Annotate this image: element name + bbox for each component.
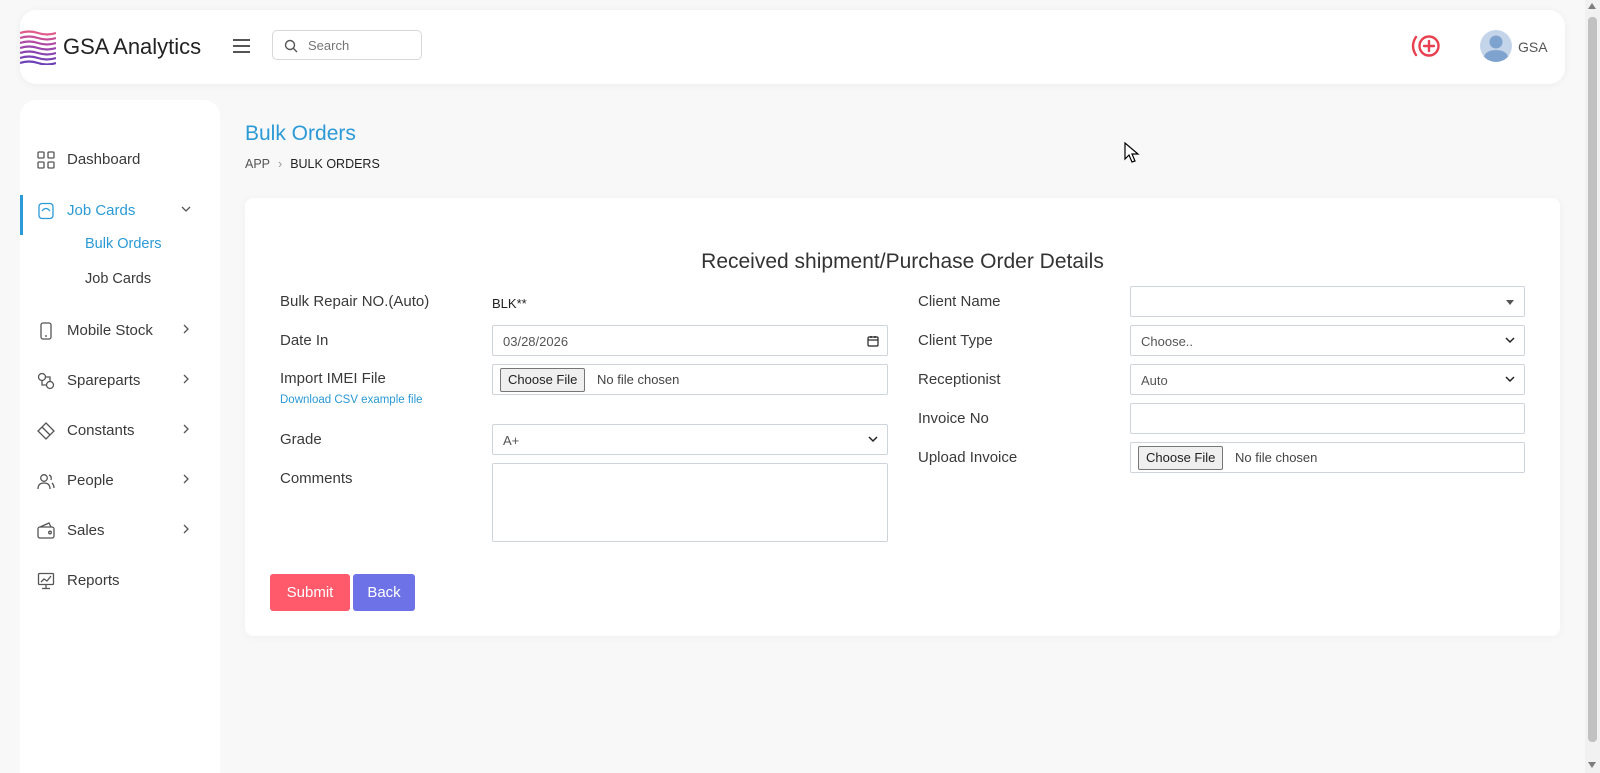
top-header: GSA Analytics GSA <box>20 10 1565 84</box>
constants-icon <box>37 422 55 440</box>
chevron-right-icon <box>183 374 189 384</box>
sidebar-item-reports[interactable]: Reports <box>20 566 220 596</box>
breadcrumb-item-current: BULK ORDERS <box>290 157 380 171</box>
choose-file-button[interactable]: Choose File <box>500 368 586 392</box>
chevron-right-icon <box>183 424 189 434</box>
sidebar-item-spareparts[interactable]: Spareparts <box>20 366 220 396</box>
chevron-down-icon <box>868 436 878 443</box>
scroll-down-arrow-icon[interactable] <box>1588 762 1596 768</box>
invoice-file-input[interactable]: Choose File No file chosen <box>1130 442 1525 473</box>
client-type-select[interactable]: Choose.. <box>1130 325 1525 356</box>
page-title: Bulk Orders <box>245 122 356 145</box>
chevron-right-icon: › <box>278 157 283 171</box>
back-button[interactable]: Back <box>353 574 415 611</box>
sidebar-subitem-job-cards[interactable]: Job Cards <box>85 271 151 287</box>
sidebar-item-label: Reports <box>67 572 120 589</box>
comments-textarea[interactable] <box>492 463 888 542</box>
avatar[interactable] <box>1480 30 1512 62</box>
breadcrumb-item-app[interactable]: APP <box>245 157 270 171</box>
chevron-right-icon <box>183 474 189 484</box>
chevron-down-icon <box>1505 337 1515 344</box>
sidebar-item-label: Mobile Stock <box>67 322 153 339</box>
wallet-icon <box>37 522 55 539</box>
broadcast-plus-icon[interactable] <box>1410 34 1444 58</box>
reports-icon <box>37 572 55 590</box>
chevron-right-icon <box>183 524 189 534</box>
sidebar-subitem-bulk-orders[interactable]: Bulk Orders <box>85 236 162 252</box>
page-scrollbar[interactable] <box>1585 0 1600 773</box>
date-in-value: 03/28/2026 <box>503 334 569 349</box>
submit-button[interactable]: Submit <box>270 574 350 611</box>
upload-invoice-label: Upload Invoice <box>918 449 1018 466</box>
grade-label: Grade <box>280 431 322 448</box>
chevron-right-icon <box>183 324 189 334</box>
sidebar-item-label: Dashboard <box>67 151 141 168</box>
logo-icon <box>20 30 56 65</box>
sidebar-item-label: People <box>67 472 114 489</box>
bulk-repair-value: BLK** <box>492 296 527 311</box>
form-title: Received shipment/Purchase Order Details <box>701 250 1104 273</box>
sidebar-item-label: Constants <box>67 422 135 439</box>
search-input[interactable] <box>308 36 418 54</box>
scroll-thumb[interactable] <box>1588 17 1597 742</box>
bulk-repair-label: Bulk Repair NO.(Auto) <box>280 293 430 310</box>
import-imei-label: Import IMEI File <box>280 370 386 387</box>
date-in-field[interactable]: 03/28/2026 <box>492 325 888 356</box>
choose-file-button[interactable]: Choose File <box>1138 446 1224 470</box>
caret-down-icon <box>1506 300 1514 305</box>
calendar-icon[interactable] <box>867 335 879 347</box>
file-status-text: No file chosen <box>597 372 680 387</box>
sidebar-item-people[interactable]: People <box>20 466 220 496</box>
search-icon <box>284 39 298 53</box>
receptionist-label: Receptionist <box>918 371 1001 388</box>
job-card-icon <box>38 202 54 220</box>
comments-label: Comments <box>280 470 353 487</box>
search-box[interactable] <box>272 30 422 60</box>
receptionist-value: Auto <box>1141 373 1168 388</box>
sidebar-item-dashboard[interactable]: Dashboard <box>20 145 220 175</box>
client-type-value: Choose.. <box>1141 334 1194 349</box>
grade-select[interactable]: A+ <box>492 424 888 455</box>
imei-file-input[interactable]: Choose File No file chosen <box>492 364 888 395</box>
breadcrumb: APP › BULK ORDERS <box>245 157 380 171</box>
grid-icon <box>37 151 55 169</box>
brand-name: GSA Analytics <box>63 34 202 59</box>
sidebar: Dashboard Job Cards Bulk Orders Job Card… <box>20 100 220 773</box>
menu-toggle-icon[interactable] <box>233 39 253 55</box>
download-csv-link[interactable]: Download CSV example file <box>280 394 423 406</box>
spareparts-icon <box>37 372 55 390</box>
date-in-label: Date In <box>280 332 329 349</box>
user-name[interactable]: GSA <box>1518 39 1548 55</box>
sidebar-item-constants[interactable]: Constants <box>20 416 220 446</box>
receptionist-select[interactable]: Auto <box>1130 364 1525 395</box>
user-icon <box>1483 35 1509 62</box>
file-status-text: No file chosen <box>1235 450 1318 465</box>
mouse-cursor-icon <box>1124 142 1140 163</box>
sidebar-item-sales[interactable]: Sales <box>20 516 220 546</box>
people-icon <box>37 474 55 490</box>
sidebar-item-mobile-stock[interactable]: Mobile Stock <box>20 316 220 346</box>
scroll-up-arrow-icon[interactable] <box>1588 3 1596 9</box>
chevron-down-icon <box>1505 376 1515 383</box>
client-name-label: Client Name <box>918 293 1001 310</box>
sidebar-item-label: Job Cards <box>67 202 136 219</box>
sidebar-item-job-cards[interactable]: Job Cards <box>20 196 220 226</box>
sidebar-item-label: Sales <box>67 522 105 539</box>
sidebar-item-label: Spareparts <box>67 372 141 389</box>
client-name-select[interactable] <box>1130 286 1525 317</box>
mobile-icon <box>40 322 52 340</box>
chevron-down-icon <box>181 206 191 212</box>
grade-value: A+ <box>503 433 520 448</box>
invoice-no-label: Invoice No <box>918 410 989 427</box>
client-type-label: Client Type <box>918 332 993 349</box>
invoice-no-input[interactable] <box>1130 403 1525 434</box>
